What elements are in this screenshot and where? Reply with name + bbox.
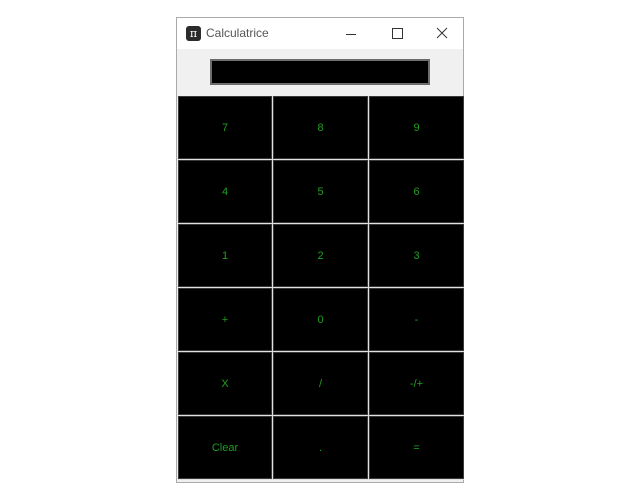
key-multiply[interactable]: X	[178, 352, 272, 415]
minimize-icon	[346, 34, 356, 35]
close-button[interactable]	[419, 18, 465, 49]
calculator-window: π Calculatrice 7 8 9 4 5 6 1 2 3 +0- X / -/+ Clear. =	[176, 17, 464, 483]
key-minus[interactable]: -	[369, 288, 464, 351]
maximize-icon	[392, 28, 403, 39]
key-1[interactable]: 1	[178, 224, 272, 287]
key-5[interactable]: 5	[273, 160, 368, 223]
key-6[interactable]: 6	[369, 160, 464, 223]
key-equals[interactable]: =	[369, 416, 464, 479]
key-8[interactable]: 8	[273, 96, 368, 159]
key-decimal[interactable]: .	[273, 416, 368, 479]
window-title: Calculatrice	[206, 26, 269, 40]
key-0[interactable]: 0	[273, 288, 368, 351]
minimize-button[interactable]	[328, 18, 374, 49]
key-4[interactable]: 4	[178, 160, 272, 223]
close-icon	[436, 27, 448, 39]
title-bar[interactable]: π Calculatrice	[177, 18, 463, 49]
display-panel	[177, 49, 463, 96]
key-divide[interactable]: /	[273, 352, 368, 415]
maximize-button[interactable]	[374, 18, 420, 49]
key-negate[interactable]: -/+	[369, 352, 464, 415]
key-plus[interactable]: +	[178, 288, 272, 351]
display-field[interactable]	[210, 59, 430, 85]
key-clear[interactable]: Clear	[178, 416, 272, 479]
key-9[interactable]: 9	[369, 96, 464, 159]
pi-icon: π	[186, 26, 201, 41]
keypad: 7 8 9 4 5 6 1 2 3 +0- X / -/+ Clear. =	[178, 96, 464, 480]
key-7[interactable]: 7	[178, 96, 272, 159]
key-2[interactable]: 2	[273, 224, 368, 287]
key-3[interactable]: 3	[369, 224, 464, 287]
